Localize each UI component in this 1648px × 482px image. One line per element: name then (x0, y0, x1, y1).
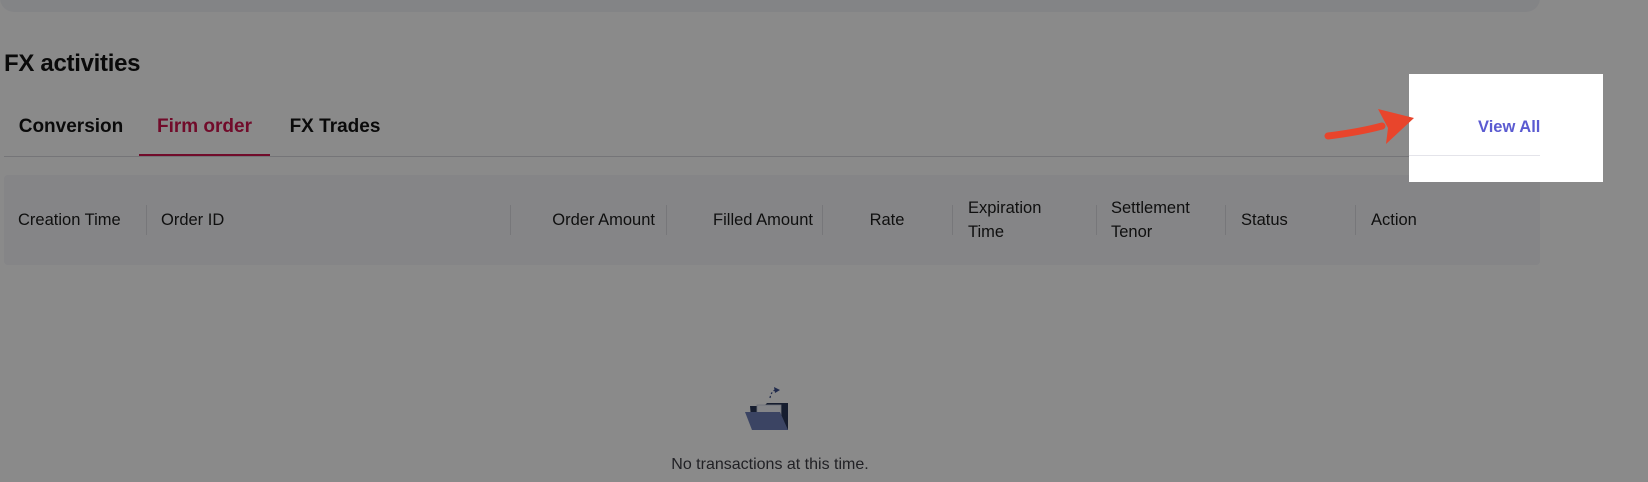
tab-fx-trades[interactable]: FX Trades (270, 104, 400, 155)
column-divider[interactable] (822, 205, 823, 235)
column-divider[interactable] (1355, 205, 1356, 235)
column-header-settlement-tenor: Settlement Tenor (1111, 199, 1190, 241)
column-header-creation-time: Creation Time (18, 211, 121, 229)
column-divider[interactable] (510, 205, 511, 235)
column-header-filled-amount: Filled Amount (713, 211, 813, 229)
empty-state-message: No transactions at this time. (671, 456, 869, 473)
empty-folder-icon (745, 387, 788, 430)
pointer-arrow-icon (1324, 109, 1414, 144)
section-title: FX activities (4, 50, 141, 77)
column-header-expiration-time: Expiration Time (968, 199, 1042, 241)
tab-firm-order[interactable]: Firm order (139, 104, 270, 156)
column-header-action: Action (1371, 211, 1417, 229)
column-header-order-id: Order ID (161, 211, 225, 229)
view-all-link[interactable]: View All (1409, 74, 1603, 182)
column-divider[interactable] (666, 205, 667, 235)
column-divider[interactable] (146, 205, 147, 235)
tab-conversion[interactable]: Conversion (4, 104, 138, 155)
column-header-status: Status (1241, 211, 1288, 229)
column-divider[interactable] (952, 205, 953, 235)
column-header-order-amount: Order Amount (552, 211, 655, 229)
tab-bar: Conversion Firm order FX Trades (4, 104, 1540, 157)
column-divider[interactable] (1225, 205, 1226, 235)
column-divider[interactable] (1096, 205, 1097, 235)
fx-activities-page: FX activities Conversion Firm order FX T… (0, 0, 1648, 482)
column-header-rate: Rate (869, 211, 905, 229)
table-header: Creation Time Order ID Order Amount Fill… (4, 175, 1540, 265)
top-card (0, 0, 1540, 12)
